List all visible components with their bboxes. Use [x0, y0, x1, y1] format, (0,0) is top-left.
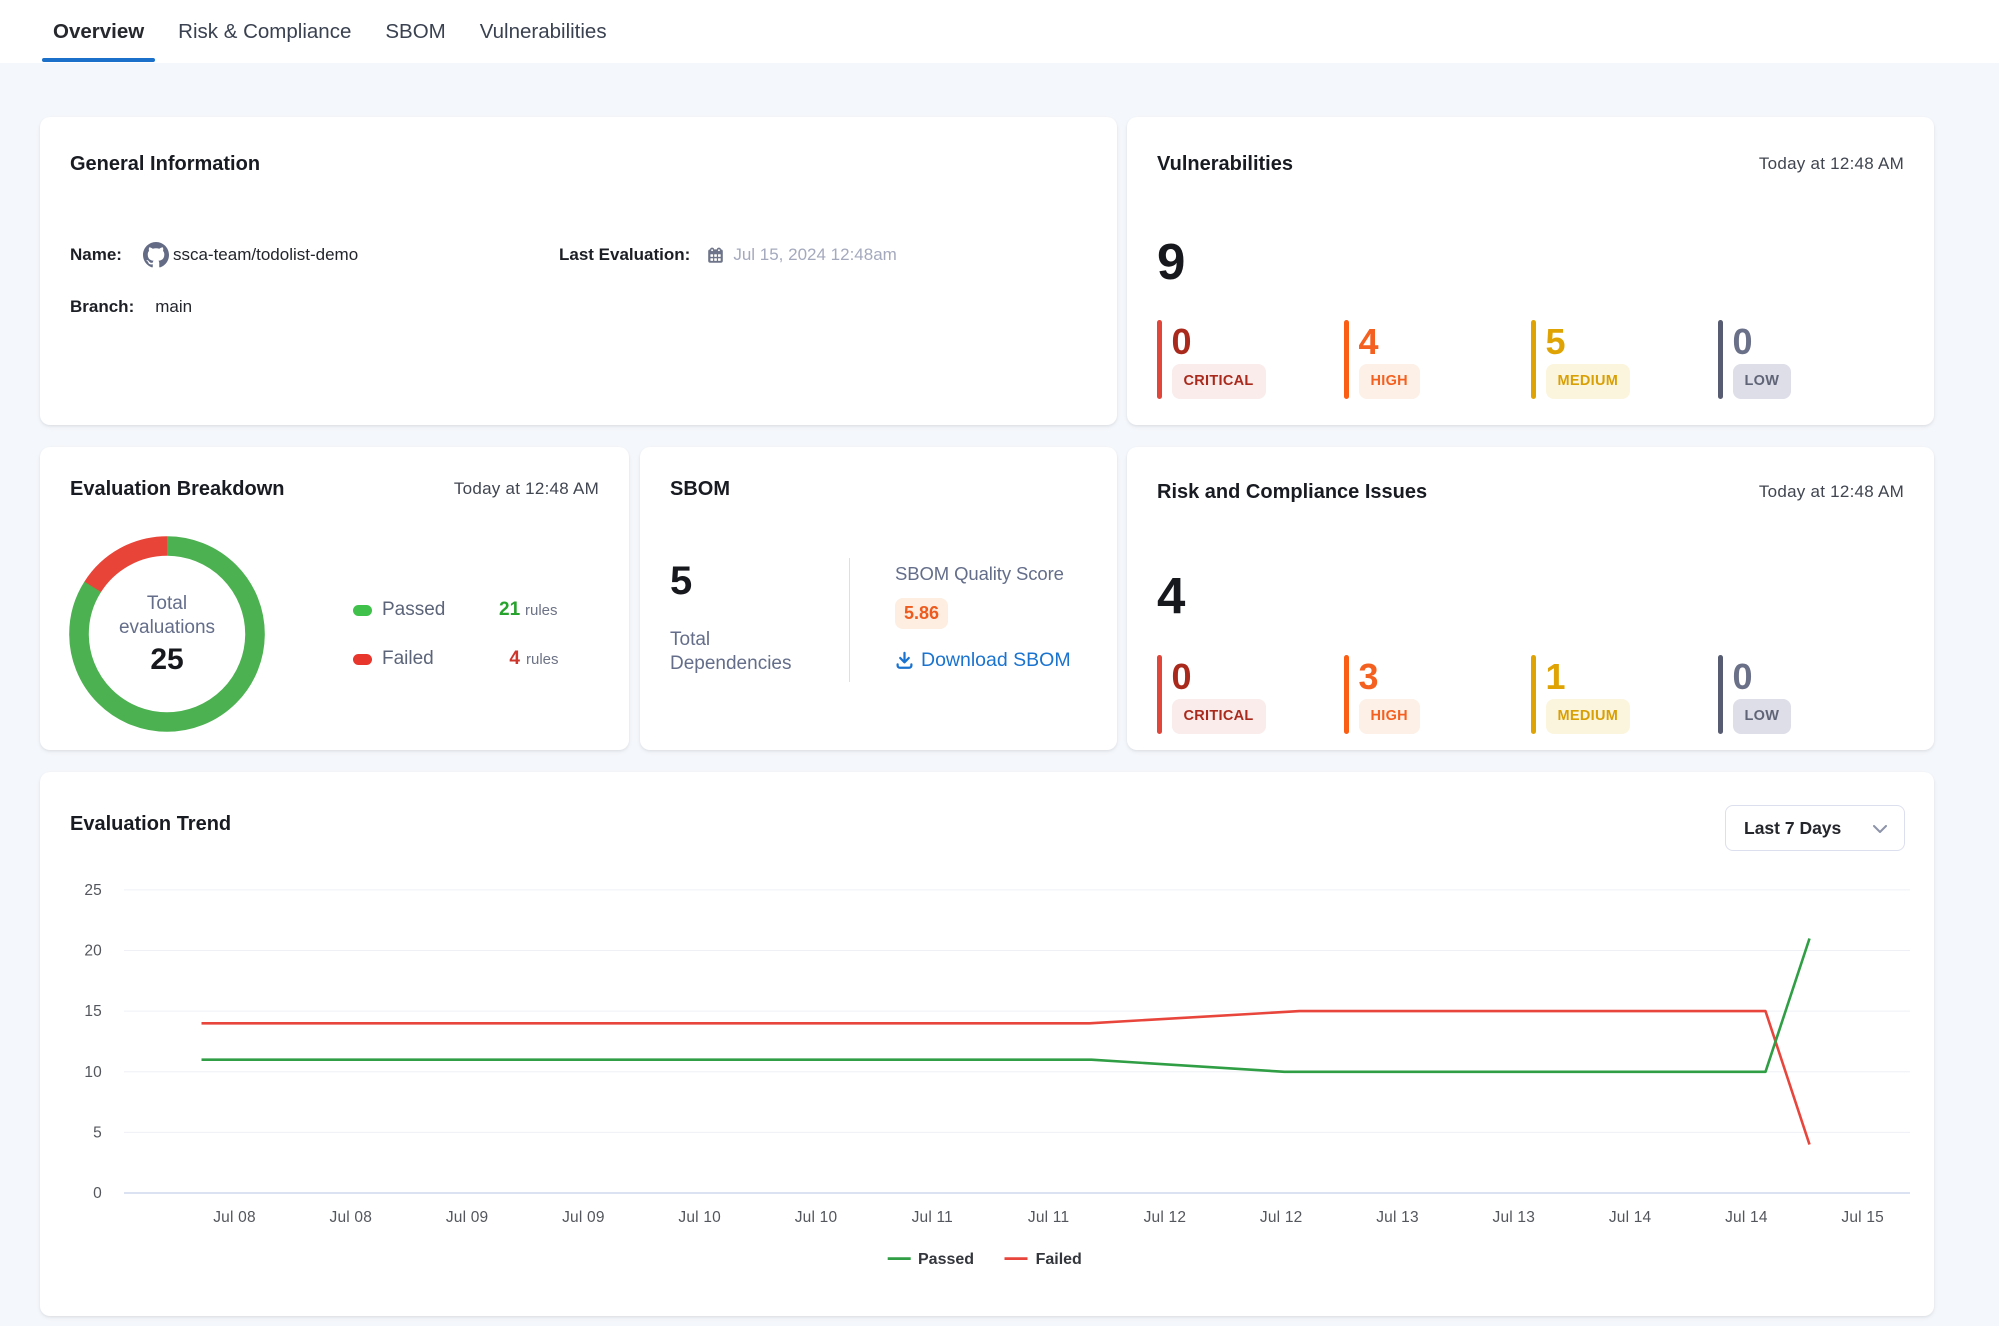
svg-text:Jul 15: Jul 15: [1841, 1209, 1884, 1226]
svg-text:Jul 09: Jul 09: [562, 1209, 605, 1226]
svg-text:Jul 10: Jul 10: [795, 1209, 838, 1226]
svg-text:Jul 13: Jul 13: [1376, 1209, 1419, 1226]
svg-text:Jul 13: Jul 13: [1493, 1209, 1536, 1226]
svg-text:Passed: Passed: [918, 1251, 974, 1268]
svg-text:Failed: Failed: [1036, 1251, 1082, 1268]
svg-text:Jul 14: Jul 14: [1609, 1209, 1652, 1226]
svg-text:Jul 08: Jul 08: [330, 1209, 373, 1226]
svg-text:Jul 12: Jul 12: [1260, 1209, 1303, 1226]
svg-text:15: 15: [84, 1003, 102, 1020]
svg-text:Jul 10: Jul 10: [678, 1209, 721, 1226]
svg-text:0: 0: [93, 1185, 102, 1202]
svg-text:Jul 08: Jul 08: [213, 1209, 256, 1226]
svg-text:Jul 12: Jul 12: [1144, 1209, 1187, 1226]
svg-text:10: 10: [84, 1064, 102, 1081]
svg-text:20: 20: [84, 943, 102, 960]
svg-text:Jul 11: Jul 11: [912, 1209, 953, 1226]
svg-text:Jul 14: Jul 14: [1725, 1209, 1768, 1226]
svg-text:5: 5: [93, 1124, 102, 1141]
svg-text:Jul 09: Jul 09: [446, 1209, 489, 1226]
svg-text:Jul 11: Jul 11: [1028, 1209, 1069, 1226]
svg-text:25: 25: [84, 882, 102, 899]
